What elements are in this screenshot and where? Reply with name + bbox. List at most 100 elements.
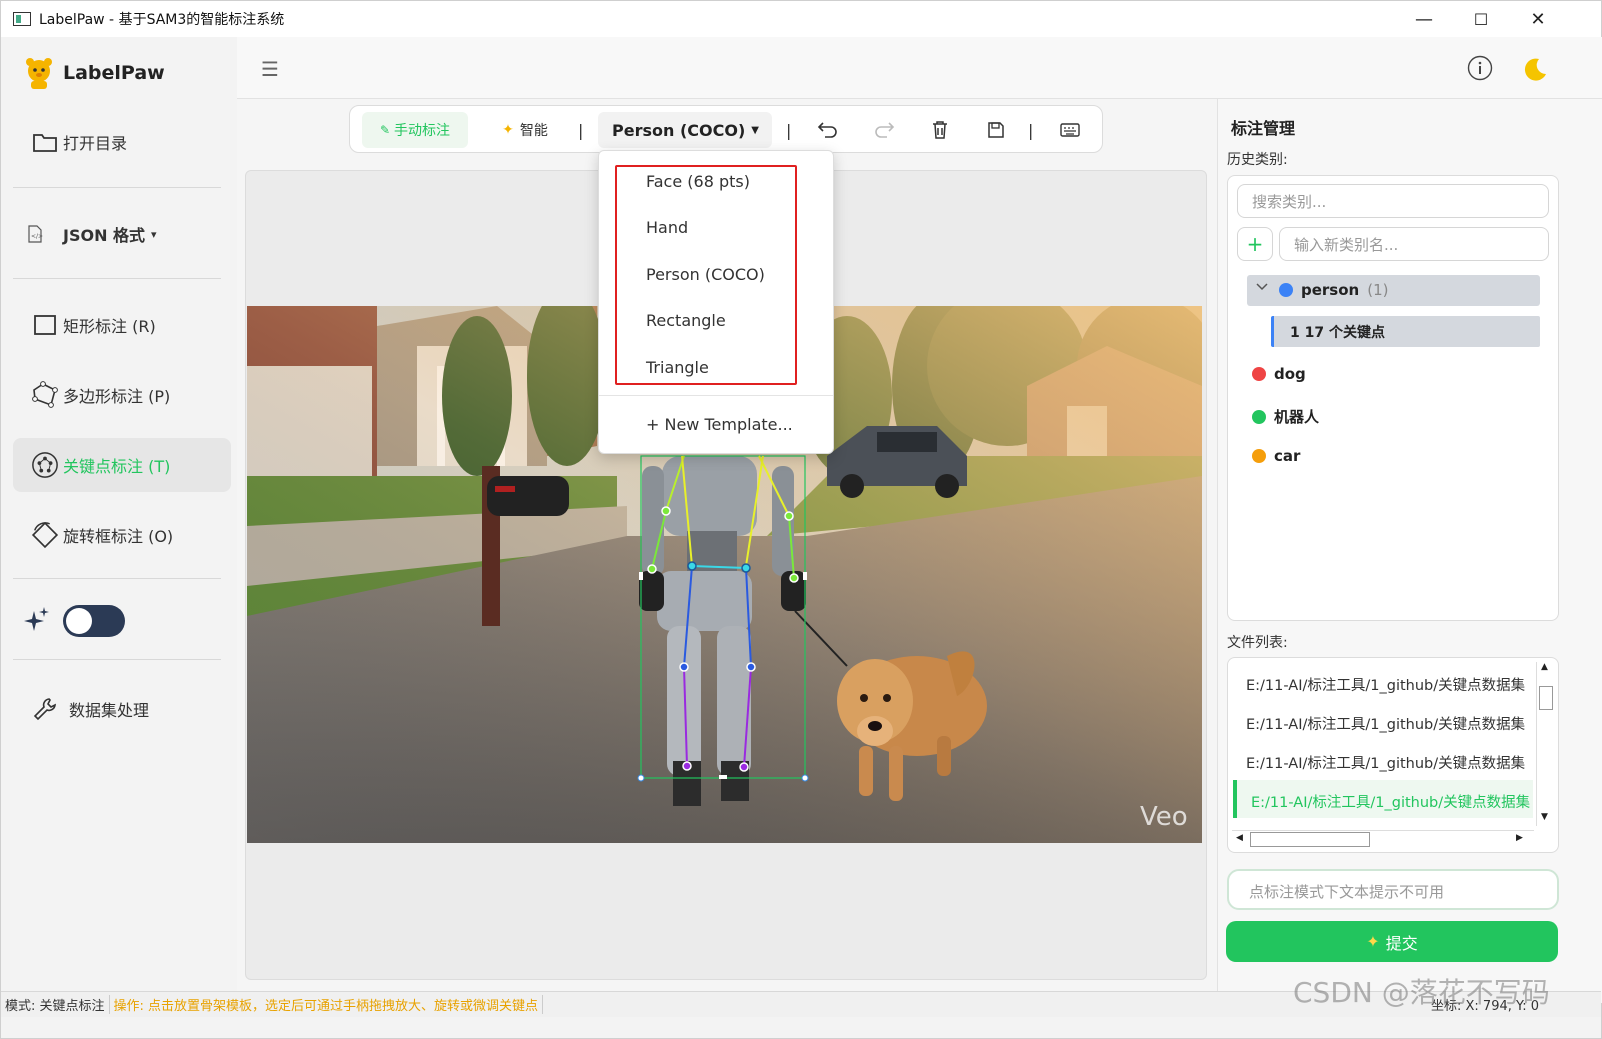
moon-icon[interactable]	[1521, 55, 1549, 87]
category-name: person	[1301, 281, 1360, 299]
category-car[interactable]: car	[1252, 447, 1300, 465]
brand: LabelPaw	[23, 55, 165, 91]
add-category-button[interactable]: +	[1237, 227, 1273, 261]
text-prompt-input[interactable]: 点标注模式下文本提示不可用	[1227, 869, 1559, 910]
window-title: LabelPaw - 基于SAM3的智能标注系统	[39, 12, 285, 28]
category-name: dog	[1274, 365, 1306, 383]
brand-name: LabelPaw	[63, 62, 165, 84]
app-icon	[13, 12, 31, 26]
close-button[interactable]: ✕	[1510, 1, 1566, 37]
category-robot[interactable]: 机器人	[1252, 406, 1319, 427]
caret-down-icon: ▾	[151, 227, 157, 241]
search-category-input[interactable]: 搜索类别...	[1237, 184, 1549, 218]
category-name: car	[1274, 447, 1301, 465]
toolbar-divider: |	[578, 120, 584, 140]
minimize-button[interactable]: —	[1396, 1, 1452, 37]
scroll-up-icon[interactable]: ▲	[1541, 662, 1548, 672]
scrollbar-thumb[interactable]	[1250, 832, 1370, 847]
template-selector[interactable]: Person (COCO) ▼	[598, 112, 772, 148]
smart-annotation-button[interactable]: ✦ 智能	[490, 112, 560, 148]
tool-rotated-box-label: 旋转框标注 (O)	[63, 527, 174, 546]
file-list-label: 文件列表:	[1227, 635, 1288, 651]
keypoint-instance-row[interactable]: 1 17 个关键点	[1271, 316, 1540, 347]
file-item[interactable]: E:/11-AI/标注工具/1_github/关键点数据集	[1246, 674, 1534, 695]
tool-keypoint-label: 关键点标注 (T)	[63, 457, 171, 476]
wrench-icon	[31, 695, 59, 723]
tool-polygon-label: 多边形标注 (P)	[63, 387, 171, 406]
tool-polygon[interactable]: 多边形标注 (P)	[13, 368, 231, 422]
redo-icon[interactable]	[873, 112, 895, 148]
new-template-option[interactable]: + New Template...	[646, 415, 793, 434]
color-dot	[1252, 449, 1266, 463]
divider	[13, 578, 221, 579]
divider	[599, 395, 833, 396]
file-item[interactable]: E:/11-AI/标注工具/1_github/关键点数据集	[1246, 713, 1534, 734]
csdn-watermark: CSDN @落花不写码	[1293, 976, 1550, 1009]
sparkle-icon	[23, 605, 51, 639]
manual-annotation-label: 手动标注	[394, 123, 451, 139]
open-directory-button[interactable]: 打开目录	[13, 115, 231, 169]
toggle-knob	[66, 608, 92, 634]
info-icon[interactable]	[1467, 55, 1493, 85]
color-dot	[1252, 409, 1266, 424]
rectangle-icon	[31, 311, 59, 339]
dataset-processing-button[interactable]: 数据集处理	[13, 682, 231, 736]
horizontal-scrollbar[interactable]: ◀ ▶	[1232, 830, 1534, 848]
trash-icon[interactable]	[931, 112, 949, 148]
format-label: JSON 格式	[63, 226, 146, 245]
scrollbar-thumb[interactable]	[1539, 686, 1553, 710]
maximize-button[interactable]: ☐	[1453, 1, 1509, 37]
folder-icon	[31, 128, 59, 156]
tool-rotated-box[interactable]: 旋转框标注 (O)	[13, 508, 231, 562]
file-item-selected: E:/11-AI/标注工具/1_github/关键点数据集	[1251, 795, 1531, 811]
category-row-person[interactable]: person (1)	[1247, 275, 1540, 306]
divider	[13, 659, 221, 660]
annotation-management-panel: 标注管理 历史类别: 搜索类别... + 输入新类别名... person (1…	[1217, 99, 1602, 1003]
submit-label: 提交	[1385, 933, 1418, 953]
top-bar: ☰	[237, 37, 1602, 99]
selected-file-row[interactable]: E:/11-AI/标注工具/1_github/关键点数据集	[1233, 780, 1533, 818]
status-mode: 模式: 关键点标注	[5, 995, 110, 1014]
tool-rectangle[interactable]: 矩形标注 (R)	[13, 298, 231, 352]
smart-annotation-label: 智能	[519, 123, 548, 139]
caret-down-icon: ▼	[751, 124, 759, 136]
keypoint-icon	[31, 451, 59, 479]
highlight-box	[615, 165, 797, 385]
panel-title: 标注管理	[1231, 119, 1296, 138]
annotation-toolbar: ✎ 手动标注 ✦ 智能 | Person (COCO) ▼ | |	[349, 105, 1103, 153]
category-person: person (1)	[1279, 281, 1388, 299]
tool-rectangle-label: 矩形标注 (R)	[63, 317, 156, 336]
submit-button[interactable]: ✦ 提交	[1226, 921, 1558, 962]
category-box: 搜索类别... + 输入新类别名... person (1) 1 17 个关键点…	[1227, 175, 1559, 621]
rotated-box-icon	[31, 521, 59, 549]
save-icon[interactable]	[987, 112, 1005, 148]
format-selector[interactable]: </> JSON 格式 ▾	[13, 207, 231, 261]
ai-toggle-switch[interactable]	[63, 605, 125, 637]
history-label: 历史类别:	[1227, 152, 1288, 168]
manual-annotation-button[interactable]: ✎ 手动标注	[362, 112, 468, 148]
polygon-icon	[31, 381, 59, 409]
template-selector-label: Person (COCO)	[612, 120, 746, 140]
chevron-down-icon	[1255, 280, 1269, 298]
color-dot	[1252, 367, 1266, 381]
scroll-right-icon[interactable]: ▶	[1516, 833, 1523, 843]
scroll-down-icon[interactable]: ▼	[1541, 812, 1548, 822]
template-dropdown: Face (68 pts) Hand Person (COCO) Rectang…	[598, 150, 834, 454]
logo-icon	[23, 55, 55, 91]
keyboard-icon[interactable]	[1060, 112, 1080, 148]
tool-keypoint[interactable]: 关键点标注 (T)	[13, 438, 231, 492]
undo-icon[interactable]	[817, 112, 839, 148]
vertical-scrollbar[interactable]: ▲ ▼	[1536, 662, 1554, 826]
file-item[interactable]: E:/11-AI/标注工具/1_github/关键点数据集	[1246, 752, 1534, 773]
category-dog[interactable]: dog	[1252, 365, 1306, 383]
pen-icon: ✎	[379, 123, 391, 137]
scroll-left-icon[interactable]: ◀	[1236, 833, 1243, 843]
status-hint: 操作: 点击放置骨架模板，选定后可通过手柄拖拽放大、旋转或微调关键点	[114, 995, 544, 1014]
divider	[13, 187, 221, 188]
sparkle-icon: ✦	[1366, 932, 1380, 951]
hamburger-menu-icon[interactable]: ☰	[261, 57, 279, 81]
color-dot	[1279, 283, 1293, 297]
sidebar: LabelPaw 打开目录 </> JSON 格式 ▾ 矩形标注 (R) 多边形…	[1, 37, 237, 1003]
veo-watermark: Veo	[1140, 802, 1188, 832]
new-category-input[interactable]: 输入新类别名...	[1279, 227, 1549, 261]
